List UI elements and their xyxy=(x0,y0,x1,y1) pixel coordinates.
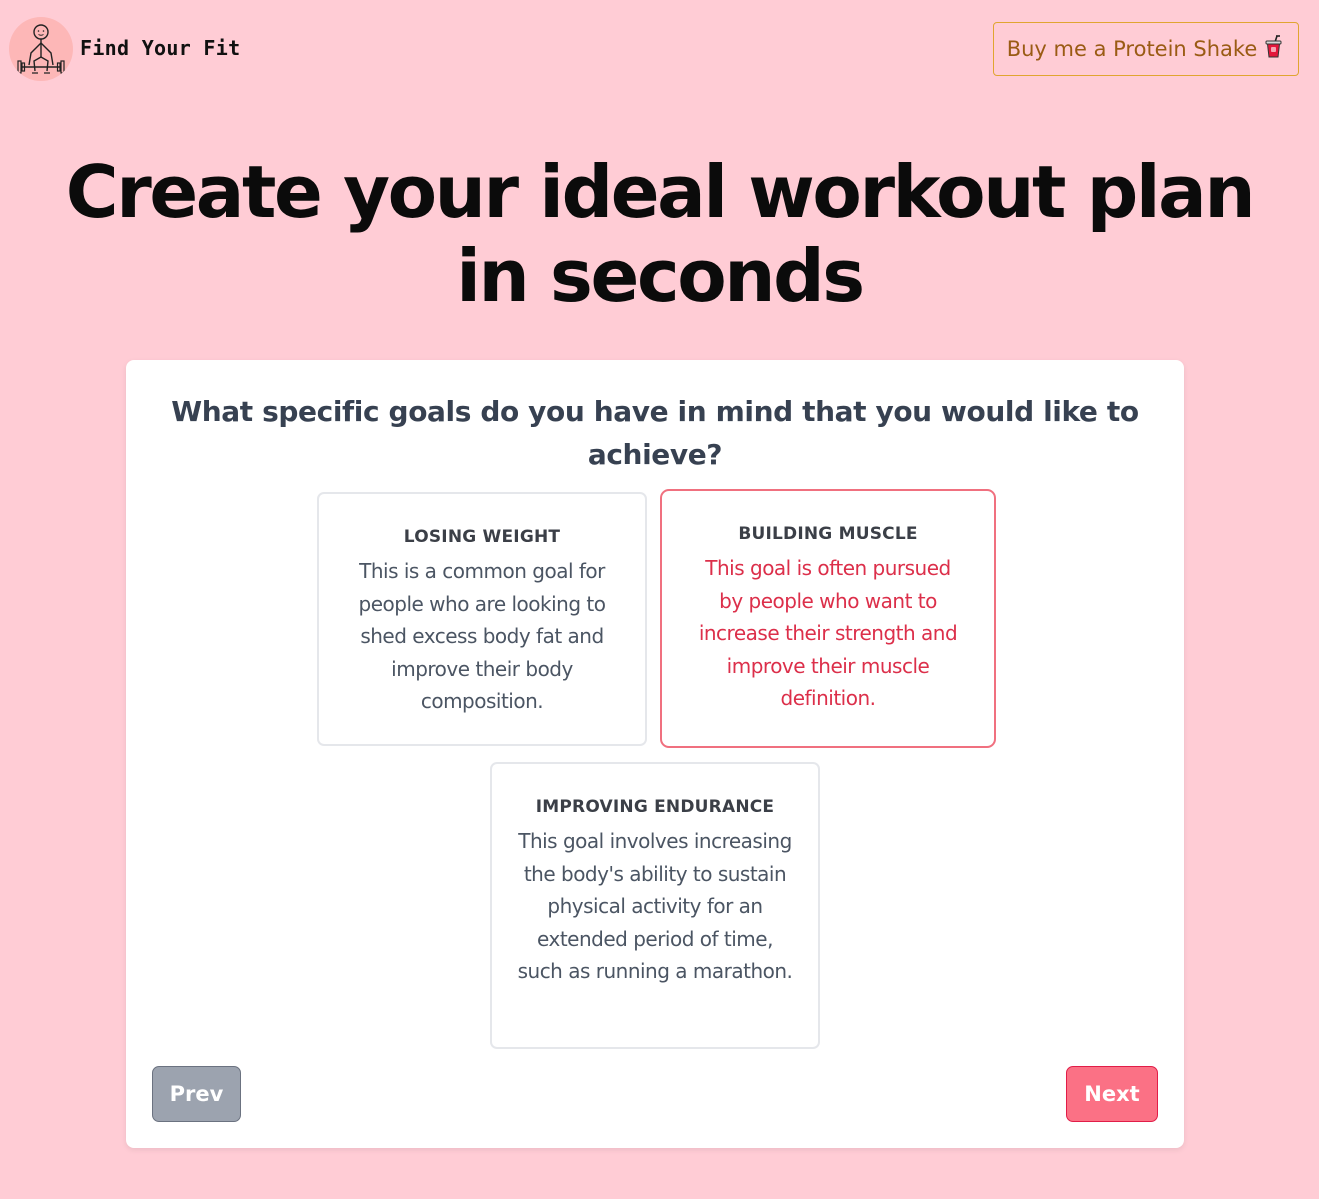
top-bar: Find Your Fit Buy me a Protein Shake xyxy=(0,0,1319,100)
goal-option-improving-endurance[interactable]: IMPROVING ENDURANCE This goal involves i… xyxy=(490,762,820,1049)
goal-option-description: This is a common goal for people who are… xyxy=(358,559,606,713)
buy-protein-shake-label: Buy me a Protein Shake xyxy=(1006,37,1258,61)
hero-title: Create your ideal workout plan in second… xyxy=(65,150,1256,318)
buy-protein-shake-button[interactable]: Buy me a Protein Shake xyxy=(993,22,1299,76)
brand-logo-link[interactable]: Find Your Fit xyxy=(9,17,240,81)
next-button[interactable]: Next xyxy=(1066,1066,1158,1122)
question-card: What specific goals do you have in mind … xyxy=(126,360,1184,1148)
goal-option-title: LOSING WEIGHT xyxy=(403,527,561,547)
goal-option-description: This goal is often pursued by people who… xyxy=(698,556,958,710)
brand-name: Find Your Fit xyxy=(80,36,241,60)
stick-figure-lifter-logo-icon xyxy=(9,17,73,81)
question-text: What specific goals do you have in mind … xyxy=(171,395,1139,471)
goal-option-title: IMPROVING ENDURANCE xyxy=(535,797,775,817)
prev-button[interactable]: Prev xyxy=(152,1066,241,1122)
goal-option-title: BUILDING MUSCLE xyxy=(738,524,918,544)
goal-option-description: This goal involves increasing the body's… xyxy=(517,829,793,983)
goal-option-building-muscle[interactable]: BUILDING MUSCLE This goal is often pursu… xyxy=(660,489,996,748)
protein-shake-cup-icon xyxy=(1263,34,1285,64)
goal-option-losing-weight[interactable]: LOSING WEIGHT This is a common goal for … xyxy=(317,492,647,746)
